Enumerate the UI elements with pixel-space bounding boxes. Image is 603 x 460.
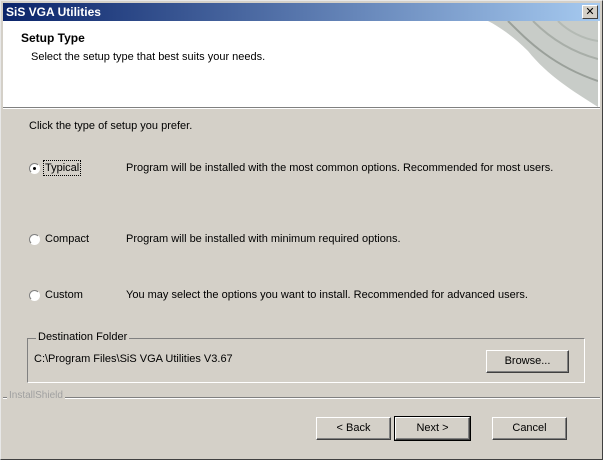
brand-text: InstallShield: [7, 390, 65, 401]
typical-radio[interactable]: [29, 163, 40, 174]
typical-description: Program will be installed with the most …: [126, 162, 554, 174]
setup-dialog: SiS VGA Utilities ✕ Setup Type Select th…: [0, 0, 603, 460]
instruction-text: Click the type of setup you prefer.: [29, 120, 193, 132]
compact-radio[interactable]: [29, 234, 40, 245]
header-title: Setup Type: [21, 31, 85, 45]
browse-button[interactable]: Browse...: [486, 350, 569, 373]
header-panel: Setup Type Select the setup type that be…: [3, 21, 600, 107]
custom-radio[interactable]: [29, 290, 40, 301]
compact-label[interactable]: Compact: [45, 233, 89, 245]
custom-description: You may select the options you want to i…: [126, 289, 528, 301]
typical-label[interactable]: Typical: [42, 160, 82, 176]
header-decoration: [488, 21, 598, 107]
destination-legend: Destination Folder: [36, 331, 130, 343]
footer-separator: [3, 397, 600, 399]
title-bar[interactable]: SiS VGA Utilities ✕: [3, 3, 600, 21]
header-subtitle: Select the setup type that best suits yo…: [31, 51, 266, 63]
close-button[interactable]: ✕: [582, 5, 598, 19]
cancel-button[interactable]: Cancel: [492, 417, 567, 440]
destination-path: C:\Program Files\SiS VGA Utilities V3.67: [34, 353, 233, 365]
next-button[interactable]: Next >: [394, 416, 471, 441]
back-button[interactable]: < Back: [316, 417, 391, 440]
custom-label[interactable]: Custom: [45, 289, 83, 301]
compact-description: Program will be installed with minimum r…: [126, 233, 401, 245]
window-title: SiS VGA Utilities: [6, 5, 101, 19]
header-separator: [3, 107, 600, 109]
